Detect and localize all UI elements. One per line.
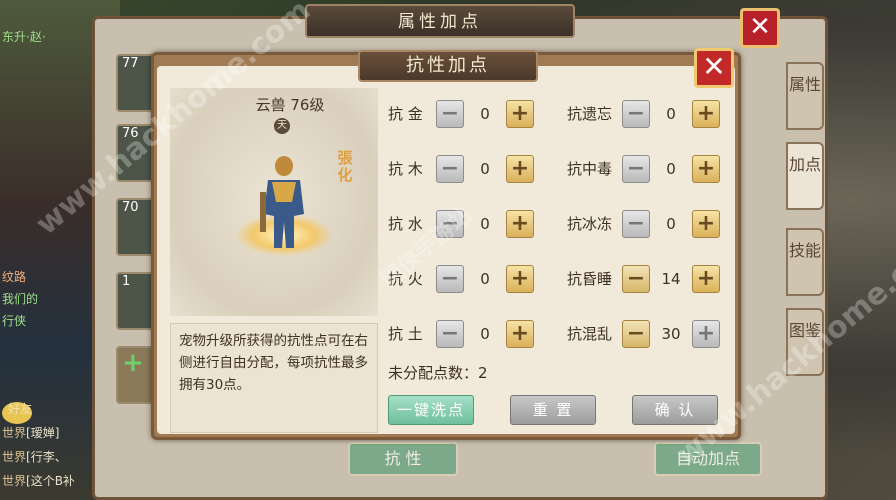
resistance-button[interactable]: 抗 性 <box>348 442 458 476</box>
plus-button[interactable]: + <box>506 265 534 293</box>
tab-skills[interactable]: 技能 <box>786 228 824 296</box>
auto-add-points-button[interactable]: 自动加点 <box>654 442 762 476</box>
add-pet-slot[interactable]: + <box>116 346 156 404</box>
wash-points-button[interactable]: 一键洗点 <box>388 395 474 425</box>
plus-button[interactable]: + <box>692 320 720 348</box>
plus-button[interactable]: + <box>692 210 720 238</box>
stat-value: 0 <box>666 215 676 233</box>
plus-button[interactable]: + <box>692 155 720 183</box>
stat-stepper: − 14 + <box>622 265 770 293</box>
plus-button[interactable]: + <box>692 265 720 293</box>
pet-slot[interactable]: 1 <box>116 272 156 330</box>
unallocated-points: 未分配点数：2 <box>388 364 488 382</box>
stat-value: 14 <box>661 270 681 288</box>
minus-button[interactable]: − <box>622 155 650 183</box>
stat-label: 抗昏睡 <box>567 270 613 288</box>
reset-button[interactable]: 重 置 <box>510 395 596 425</box>
description-text: 宠物升级所获得的抗性点可在右侧进行自由分配，每项抗性最多拥有30点。 <box>170 323 378 433</box>
stat-label: 抗冰冻 <box>567 215 613 233</box>
world-label: 我们的 <box>2 292 39 306</box>
plus-button[interactable]: + <box>506 210 534 238</box>
stat-stepper: − 0 + <box>436 265 584 293</box>
stat-label: 抗 金 <box>388 105 423 123</box>
plus-button[interactable]: + <box>506 155 534 183</box>
minus-button[interactable]: − <box>622 320 650 348</box>
minus-button[interactable]: − <box>436 155 464 183</box>
minus-button[interactable]: − <box>622 265 650 293</box>
close-icon[interactable]: ✕ <box>694 48 734 88</box>
stat-stepper: − 0 + <box>436 210 584 238</box>
stat-value: 0 <box>666 105 676 123</box>
chat-line: 世界[行李、 <box>2 450 67 464</box>
stat-value: 0 <box>480 105 490 123</box>
tab-codex[interactable]: 图鉴 <box>786 308 824 376</box>
confirm-button[interactable]: 确 认 <box>632 395 718 425</box>
world-label: 东升·赵· <box>2 30 46 44</box>
pet-slot[interactable]: 77 <box>116 54 156 112</box>
minus-button[interactable]: − <box>436 320 464 348</box>
stat-label: 抗混乱 <box>567 325 613 343</box>
stat-label: 抗 木 <box>388 160 423 178</box>
stat-value: 0 <box>480 215 490 233</box>
friends-text: 好友 <box>8 402 33 416</box>
pet-name: 云兽 76级 <box>255 96 325 114</box>
minus-button[interactable]: − <box>436 100 464 128</box>
stat-label: 抗中毒 <box>567 160 613 178</box>
pet-slot[interactable]: 76 <box>116 124 156 182</box>
pet-figure <box>260 156 304 248</box>
stat-stepper: − 0 + <box>436 320 584 348</box>
dialog-title: 抗性加点 <box>358 50 538 82</box>
world-label: 行侠 <box>2 314 27 328</box>
stat-stepper: − 0 + <box>622 100 770 128</box>
plus-button[interactable]: + <box>506 320 534 348</box>
stat-value: 0 <box>480 325 490 343</box>
chat-line: 世界[瑷婵] <box>2 426 60 440</box>
stat-stepper: − 0 + <box>622 210 770 238</box>
minus-button[interactable]: − <box>622 100 650 128</box>
stat-value: 0 <box>666 160 676 178</box>
tab-attributes[interactable]: 属性 <box>786 62 824 130</box>
stat-value: 30 <box>661 325 681 343</box>
world-label: 纹路 <box>2 270 27 284</box>
close-icon[interactable]: ✕ <box>740 8 780 48</box>
stat-value: 0 <box>480 160 490 178</box>
plus-icon: + <box>122 348 144 378</box>
attribute-window-title: 属性加点 <box>305 4 575 38</box>
stat-stepper: − 0 + <box>622 155 770 183</box>
stat-label: 抗遗忘 <box>567 105 613 123</box>
stat-value: 0 <box>480 270 490 288</box>
plus-button[interactable]: + <box>692 100 720 128</box>
minus-button[interactable]: − <box>436 265 464 293</box>
stat-stepper: − 0 + <box>436 100 584 128</box>
stat-label: 抗 火 <box>388 270 423 288</box>
stat-stepper: − 30 + <box>622 320 770 348</box>
pet-slot[interactable]: 70 <box>116 198 156 256</box>
stat-stepper: − 0 + <box>436 155 584 183</box>
stat-label: 抗 土 <box>388 325 423 343</box>
stat-label: 抗 水 <box>388 215 423 233</box>
chat-line: 世界[这个B补 <box>2 474 75 488</box>
minus-button[interactable]: − <box>436 210 464 238</box>
minus-button[interactable]: − <box>622 210 650 238</box>
tab-add-points[interactable]: 加点 <box>786 142 824 210</box>
pet-grade-badge: 天 <box>274 118 290 134</box>
pet-seal: 張化 <box>337 149 353 184</box>
plus-button[interactable]: + <box>506 100 534 128</box>
